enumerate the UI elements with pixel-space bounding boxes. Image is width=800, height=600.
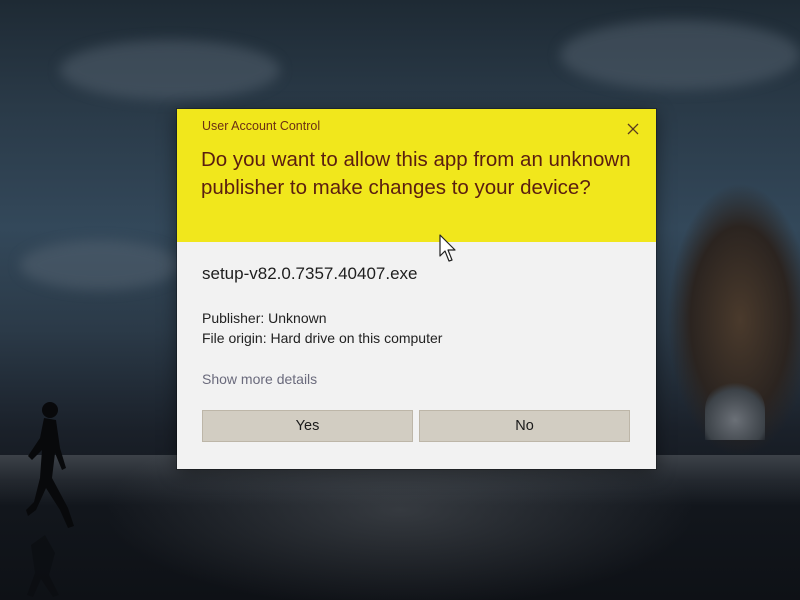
yes-button[interactable]: Yes	[202, 410, 413, 442]
runner-silhouette	[26, 402, 74, 528]
show-more-details-link[interactable]: Show more details	[202, 371, 317, 387]
file-origin-info: File origin: Hard drive on this computer	[202, 330, 443, 346]
sky-cloud	[560, 20, 800, 90]
file-name: setup-v82.0.7357.40407.exe	[202, 264, 418, 283]
rock-arch	[705, 380, 765, 440]
publisher-info: Publisher: Unknown	[202, 310, 327, 326]
mouse-pointer-icon	[439, 234, 456, 262]
dialog-header: User Account Control Do you want to allo…	[177, 109, 656, 242]
close-icon	[627, 123, 639, 135]
uac-dialog: User Account Control Do you want to allo…	[177, 109, 656, 469]
runner-reflection	[27, 535, 59, 597]
dialog-question: Do you want to allow this app from an un…	[201, 148, 631, 199]
dialog-caption: User Account Control	[202, 119, 321, 133]
no-button[interactable]: No	[419, 410, 630, 442]
close-button[interactable]	[621, 118, 645, 140]
sky-cloud	[60, 40, 280, 100]
sky-cloud	[20, 240, 180, 290]
